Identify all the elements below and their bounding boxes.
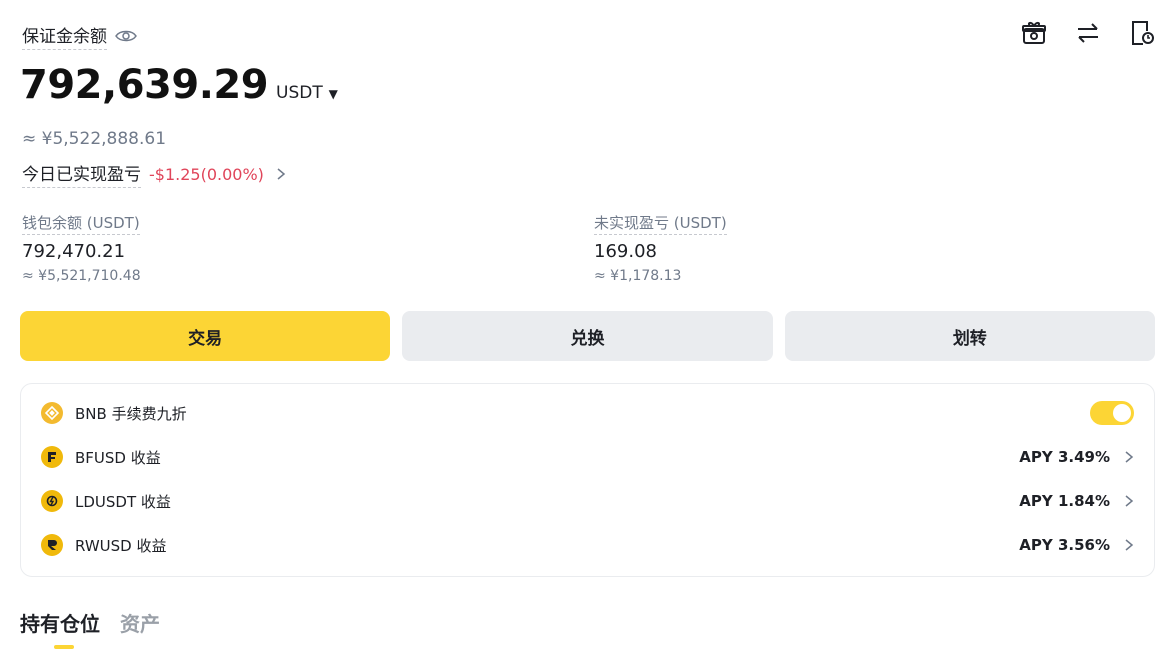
- action-buttons: 交易 兑换 划转: [20, 311, 1155, 361]
- earn-item-name: RWUSD 收益: [75, 536, 167, 555]
- earn-item-apy: APY 3.56%: [1019, 536, 1110, 554]
- earn-item-name: LDUSDT 收益: [75, 492, 171, 511]
- unrealized-pnl-value: 169.08: [594, 241, 657, 262]
- bnb-discount-row: BNB 手续费九折: [41, 399, 1134, 427]
- currency-unit-label: USDT: [276, 83, 323, 103]
- today-pnl-label: 今日已实现盈亏: [22, 160, 141, 188]
- gift-icon[interactable]: [1021, 20, 1047, 46]
- chevron-right-icon: [1124, 450, 1134, 464]
- toggle-knob: [1113, 404, 1131, 422]
- margin-balance-header: 保证金余额: [22, 22, 137, 50]
- bnb-coin-icon: [41, 402, 63, 424]
- balance-row: 792,639.29 USDT ▼: [20, 62, 338, 108]
- bnb-discount-label: BNB 手续费九折: [75, 404, 187, 423]
- transfer-icon[interactable]: [1075, 20, 1101, 46]
- chevron-right-icon: [1124, 494, 1134, 508]
- active-tab-indicator: [54, 645, 74, 649]
- bnb-discount-toggle[interactable]: [1090, 401, 1134, 425]
- ldusdt-coin-icon: [41, 490, 63, 512]
- margin-balance-title[interactable]: 保证金余额: [22, 22, 107, 50]
- unrealized-pnl-approx: ≈ ¥1,178.13: [594, 268, 682, 284]
- earn-row-bfusd[interactable]: BFUSD 收益 APY 3.49%: [41, 443, 1134, 471]
- rwusd-coin-icon: [41, 534, 63, 556]
- earn-item-name: BFUSD 收益: [75, 448, 161, 467]
- wallet-balance-value: 792,470.21: [22, 241, 126, 262]
- wallet-balance-label[interactable]: 钱包余额 (USDT): [22, 214, 140, 235]
- convert-button[interactable]: 兑换: [402, 311, 773, 361]
- eye-icon[interactable]: [115, 29, 137, 43]
- trade-button[interactable]: 交易: [20, 311, 391, 361]
- today-pnl-row[interactable]: 今日已实现盈亏 -$1.25(0.00%): [22, 160, 286, 188]
- chevron-right-icon: [1124, 538, 1134, 552]
- history-icon[interactable]: [1129, 20, 1155, 46]
- tab-positions[interactable]: 持有仓位: [20, 608, 100, 637]
- unrealized-pnl-block: 未实现盈亏 (USDT) 169.08 ≈ ¥1,178.13: [594, 212, 727, 284]
- earn-item-apy: APY 1.84%: [1019, 492, 1110, 510]
- balance-approx: ≈ ¥5,522,888.61: [22, 129, 167, 149]
- top-toolbar: [1021, 20, 1155, 46]
- wallet-balance-block: 钱包余额 (USDT) 792,470.21 ≈ ¥5,521,710.48: [22, 212, 141, 284]
- margin-balance-amount: 792,639.29: [20, 62, 269, 108]
- earn-row-rwusd[interactable]: RWUSD 收益 APY 3.56%: [41, 531, 1134, 559]
- caret-down-icon: ▼: [324, 87, 338, 101]
- earn-item-apy: APY 3.49%: [1019, 448, 1110, 466]
- tab-assets[interactable]: 资产: [120, 608, 160, 637]
- wallet-balance-approx: ≈ ¥5,521,710.48: [22, 268, 141, 284]
- transfer-button[interactable]: 划转: [784, 311, 1155, 361]
- today-pnl-value: -$1.25(0.00%): [149, 164, 264, 184]
- bfusd-coin-icon: [41, 446, 63, 468]
- currency-unit-selector[interactable]: USDT ▼: [276, 83, 338, 103]
- bottom-tabs: 持有仓位 资产: [20, 608, 160, 637]
- unrealized-pnl-label[interactable]: 未实现盈亏 (USDT): [594, 214, 727, 235]
- chevron-right-icon: [276, 167, 286, 181]
- earn-row-ldusdt[interactable]: LDUSDT 收益 APY 1.84%: [41, 487, 1134, 515]
- earn-card: BNB 手续费九折 BFUSD 收益 APY 3.49% LDUSDT 收益 A…: [20, 383, 1155, 577]
